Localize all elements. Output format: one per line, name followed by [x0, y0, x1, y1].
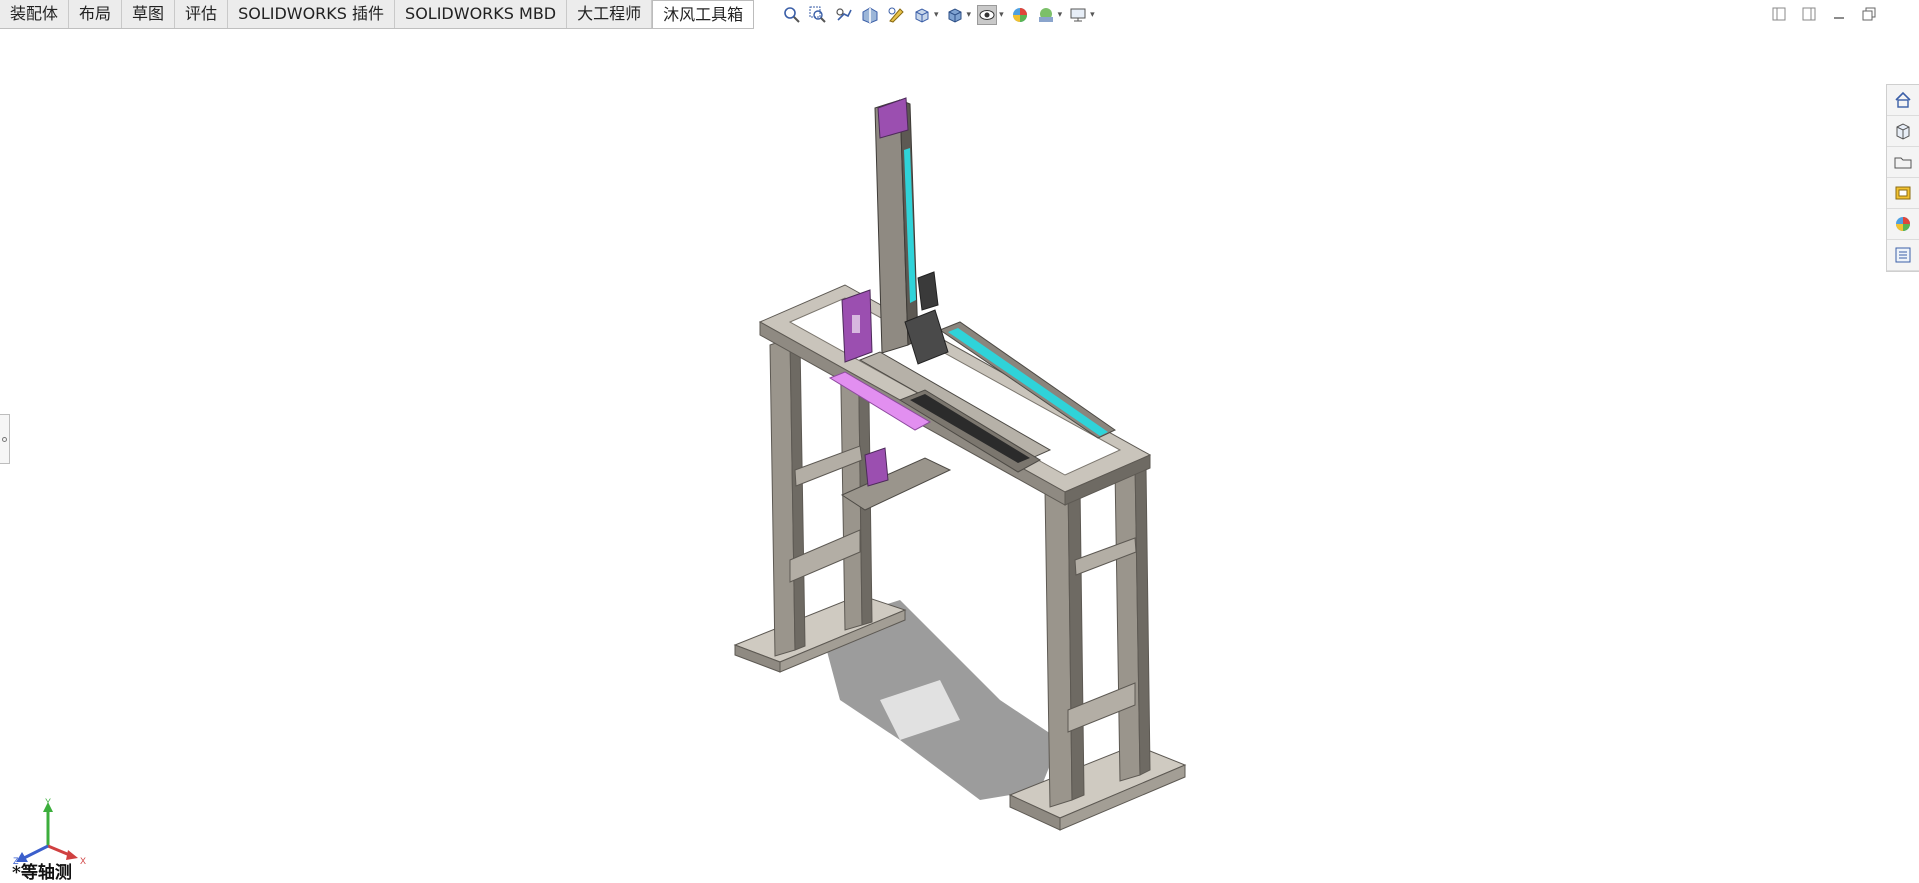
section-view-icon[interactable]	[860, 5, 880, 25]
tab-sketch[interactable]: 草图	[122, 0, 176, 28]
previous-view-icon[interactable]	[834, 5, 854, 25]
restore-icon[interactable]	[1861, 6, 1877, 22]
dynamic-annotation-icon[interactable]	[886, 5, 906, 25]
task-pane	[1886, 84, 1919, 272]
tile-right-icon[interactable]	[1801, 6, 1817, 22]
gantry-model[interactable]	[0, 30, 1919, 881]
tab-mufeng-toolbox[interactable]: 沐风工具箱	[652, 0, 755, 28]
command-tabs: 装配体 布局 草图 评估 SOLIDWORKS 插件 SOLIDWORKS MB…	[0, 0, 755, 29]
y-axis-label: Y	[45, 798, 51, 807]
tab-layout[interactable]: 布局	[69, 0, 123, 28]
zoom-to-fit-icon[interactable]	[782, 5, 802, 25]
view-orientation-icon[interactable]	[912, 5, 932, 25]
leg-right-front	[1044, 481, 1073, 808]
document-window-controls	[1771, 6, 1877, 22]
feature-manager-expand-handle[interactable]	[0, 414, 10, 464]
x-axis-label: X	[80, 856, 86, 866]
heads-up-toolbar: ▾ ▾ ▾ ▾ ▾	[782, 3, 1095, 27]
command-manager: 装配体 布局 草图 评估 SOLIDWORKS 插件 SOLIDWORKS MB…	[0, 0, 1919, 30]
view-palette-icon[interactable]	[1887, 178, 1919, 209]
view-settings-icon[interactable]	[1068, 5, 1088, 25]
design-library-icon[interactable]	[1887, 116, 1919, 147]
appearances-icon[interactable]	[1887, 209, 1919, 240]
tab-big-engineer[interactable]: 大工程师	[567, 0, 653, 28]
zoom-to-area-icon[interactable]	[808, 5, 828, 25]
view-orientation-label: *等轴测	[12, 863, 72, 883]
display-style-icon[interactable]	[945, 5, 965, 25]
chevron-down-icon[interactable]: ▾	[1058, 10, 1063, 20]
tab-solidworks-addins[interactable]: SOLIDWORKS 插件	[228, 0, 396, 28]
tile-left-icon[interactable]	[1771, 6, 1787, 22]
apply-scene-icon[interactable]	[1036, 5, 1056, 25]
tab-assembly[interactable]: 装配体	[0, 0, 70, 28]
chevron-down-icon[interactable]: ▾	[967, 10, 972, 20]
chevron-down-icon[interactable]: ▾	[1090, 10, 1095, 20]
custom-properties-icon[interactable]	[1887, 240, 1919, 271]
z-axis-arrow	[23, 844, 49, 860]
chevron-down-icon[interactable]: ▾	[999, 10, 1004, 20]
chevron-down-icon[interactable]: ▾	[934, 10, 939, 20]
graphics-area[interactable]: Y X Z	[0, 30, 1919, 881]
file-explorer-icon[interactable]	[1887, 147, 1919, 178]
home-icon[interactable]	[1887, 85, 1919, 116]
hide-show-items-icon[interactable]	[977, 5, 998, 25]
edit-appearance-icon[interactable]	[1010, 5, 1030, 25]
minimize-icon[interactable]	[1831, 6, 1847, 22]
tab-evaluate[interactable]: 评估	[175, 0, 229, 28]
tab-solidworks-mbd[interactable]: SOLIDWORKS MBD	[395, 0, 568, 28]
